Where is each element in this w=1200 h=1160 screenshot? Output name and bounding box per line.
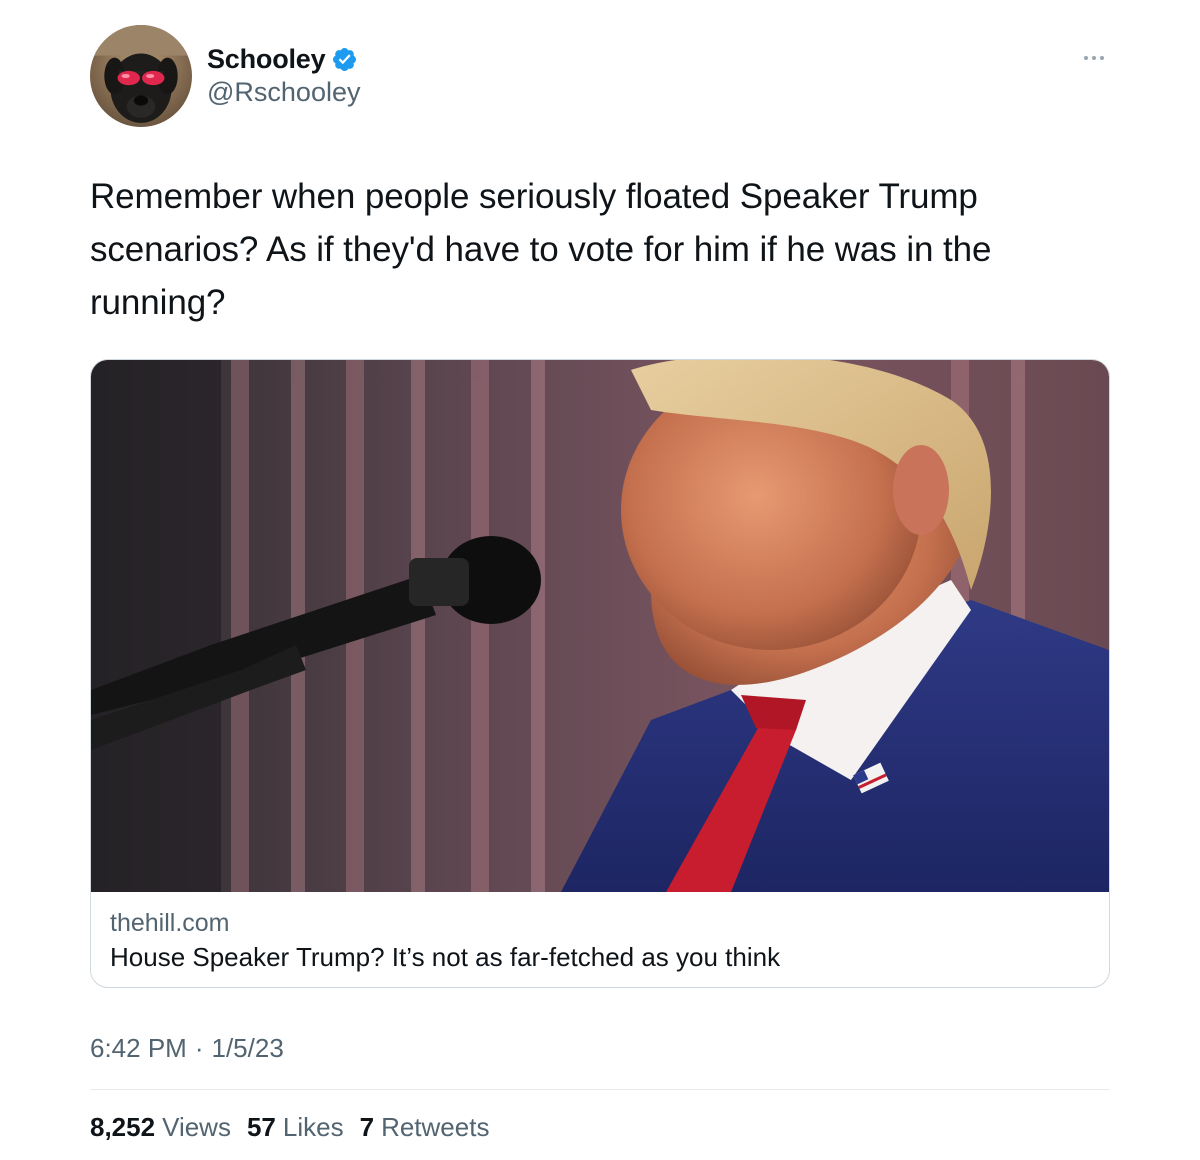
dog-avatar-icon bbox=[90, 25, 192, 127]
tweet-date[interactable]: 1/5/23 bbox=[212, 1033, 284, 1064]
tweet-timestamp: 6:42 PM · 1/5/23 bbox=[90, 1033, 284, 1064]
retweets-stat[interactable]: 7 Retweets bbox=[360, 1112, 490, 1143]
retweets-label: Retweets bbox=[381, 1112, 490, 1142]
likes-label: Likes bbox=[282, 1112, 344, 1142]
card-domain: thehill.com bbox=[110, 909, 230, 937]
link-preview-card[interactable]: thehill.com House Speaker Trump? It’s no… bbox=[90, 359, 1110, 988]
card-image bbox=[91, 360, 1109, 892]
views-count: 8,252 bbox=[90, 1112, 156, 1142]
tweet-time[interactable]: 6:42 PM bbox=[90, 1033, 187, 1064]
avatar[interactable] bbox=[90, 25, 192, 127]
verified-badge-icon bbox=[331, 46, 358, 73]
views-stat[interactable]: 8,252 Views bbox=[90, 1112, 231, 1143]
author-name-row: Schooley bbox=[207, 40, 358, 78]
tweet: Schooley @Rschooley Remember when people… bbox=[0, 0, 1200, 1160]
likes-stat[interactable]: 57 Likes bbox=[247, 1112, 344, 1143]
views-label: Views bbox=[162, 1112, 231, 1142]
timestamp-separator: · bbox=[194, 1033, 204, 1063]
tweet-text: Remember when people seriously floated S… bbox=[90, 177, 992, 322]
author-display-name[interactable]: Schooley bbox=[207, 44, 326, 75]
author-handle[interactable]: @Rschooley bbox=[207, 77, 360, 108]
card-title: House Speaker Trump? It’s not as far-fet… bbox=[110, 942, 781, 972]
likes-count: 57 bbox=[246, 1112, 276, 1142]
divider bbox=[90, 1089, 1110, 1090]
retweets-count: 7 bbox=[359, 1112, 375, 1142]
tweet-stats: 8,252 Views 57 Likes 7 Retweets bbox=[90, 1112, 489, 1143]
more-options-icon[interactable] bbox=[1078, 48, 1110, 68]
